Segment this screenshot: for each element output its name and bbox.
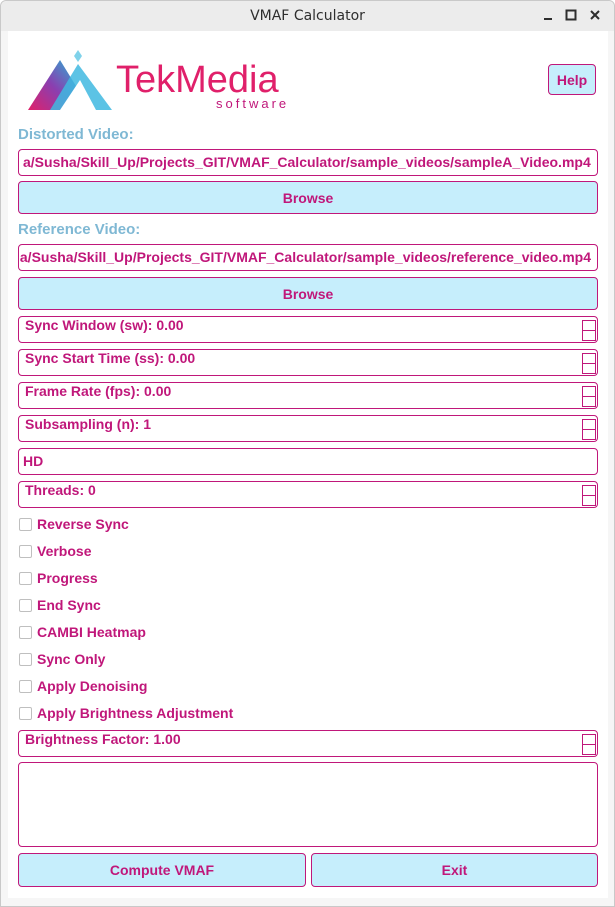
- tekmedia-logo: TekMedia software: [28, 50, 289, 111]
- distorted-video-path-text: a/Susha/Skill_Up/Projects_GIT/VMAF_Calcu…: [23, 154, 591, 170]
- checkbox-box[interactable]: [19, 707, 32, 720]
- reference-video-path-text: a/Susha/Skill_Up/Projects_GIT/VMAF_Calcu…: [19, 249, 591, 265]
- distorted-browse-button[interactable]: Browse: [18, 181, 598, 214]
- checkbox-label: CAMBI Heatmap: [37, 624, 146, 640]
- maximize-icon[interactable]: [564, 8, 578, 22]
- model-select[interactable]: HD: [18, 448, 598, 475]
- threads-value: Threads: 0: [25, 482, 96, 498]
- subsampling-value: Subsampling (n): 1: [25, 416, 151, 432]
- spin-arrows-icon[interactable]: [582, 386, 596, 407]
- checkbox-label: Apply Brightness Adjustment: [37, 705, 234, 721]
- sync-window-value: Sync Window (sw): 0.00: [25, 317, 184, 333]
- checkbox-box[interactable]: [19, 653, 32, 666]
- spin-arrows-icon[interactable]: [582, 353, 596, 374]
- sync-start-time-value: Sync Start Time (ss): 0.00: [25, 350, 196, 366]
- minimize-icon[interactable]: [541, 8, 555, 22]
- logo-wordmark: TekMedia: [116, 59, 279, 101]
- frame-rate-spinbox[interactable]: Frame Rate (fps): 0.00: [18, 382, 598, 409]
- checkbox-box[interactable]: [19, 599, 32, 612]
- checkbox-box[interactable]: [19, 545, 32, 558]
- window-title: VMAF Calculator: [250, 8, 365, 24]
- checkbox-label: Apply Denoising: [37, 678, 148, 694]
- checkbox-label: Verbose: [37, 543, 92, 559]
- distorted-video-label: Distorted Video:: [18, 126, 134, 143]
- output-textarea[interactable]: [18, 762, 598, 847]
- title-bar: VMAF Calculator: [1, 1, 614, 31]
- reference-video-path-field[interactable]: a/Susha/Skill_Up/Projects_GIT/VMAF_Calcu…: [18, 244, 598, 271]
- checkbox-label: Progress: [37, 570, 98, 586]
- checkbox-box[interactable]: [19, 680, 32, 693]
- checkbox-label: Sync Only: [37, 651, 106, 667]
- help-button[interactable]: Help: [548, 64, 596, 95]
- brightness-factor-spinbox[interactable]: Brightness Factor: 1.00: [18, 730, 598, 757]
- checkbox-box[interactable]: [19, 626, 32, 639]
- threads-spinbox[interactable]: Threads: 0: [18, 481, 598, 508]
- distorted-video-path-field[interactable]: a/Susha/Skill_Up/Projects_GIT/VMAF_Calcu…: [18, 149, 598, 176]
- checkbox-label: End Sync: [37, 597, 101, 613]
- sync-start-time-spinbox[interactable]: Sync Start Time (ss): 0.00: [18, 349, 598, 376]
- spin-arrows-icon[interactable]: [582, 419, 596, 440]
- checkbox-box[interactable]: [19, 518, 32, 531]
- reference-browse-button[interactable]: Browse: [18, 277, 598, 310]
- spin-arrows-icon[interactable]: [582, 734, 596, 755]
- compute-vmaf-button[interactable]: Compute VMAF: [18, 853, 306, 887]
- brightness-factor-value: Brightness Factor: 1.00: [25, 731, 181, 747]
- spin-arrows-icon[interactable]: [582, 320, 596, 341]
- reference-video-label: Reference Video:: [18, 221, 141, 238]
- subsampling-spinbox[interactable]: Subsampling (n): 1: [18, 415, 598, 442]
- checkbox-box[interactable]: [19, 572, 32, 585]
- sync-window-spinbox[interactable]: Sync Window (sw): 0.00: [18, 316, 598, 343]
- exit-button[interactable]: Exit: [311, 853, 598, 887]
- close-icon[interactable]: [588, 8, 602, 22]
- frame-rate-value: Frame Rate (fps): 0.00: [25, 383, 172, 399]
- spin-arrows-icon[interactable]: [582, 485, 596, 506]
- checkbox-label: Reverse Sync: [37, 516, 129, 532]
- logo-subtitle: software: [216, 96, 289, 111]
